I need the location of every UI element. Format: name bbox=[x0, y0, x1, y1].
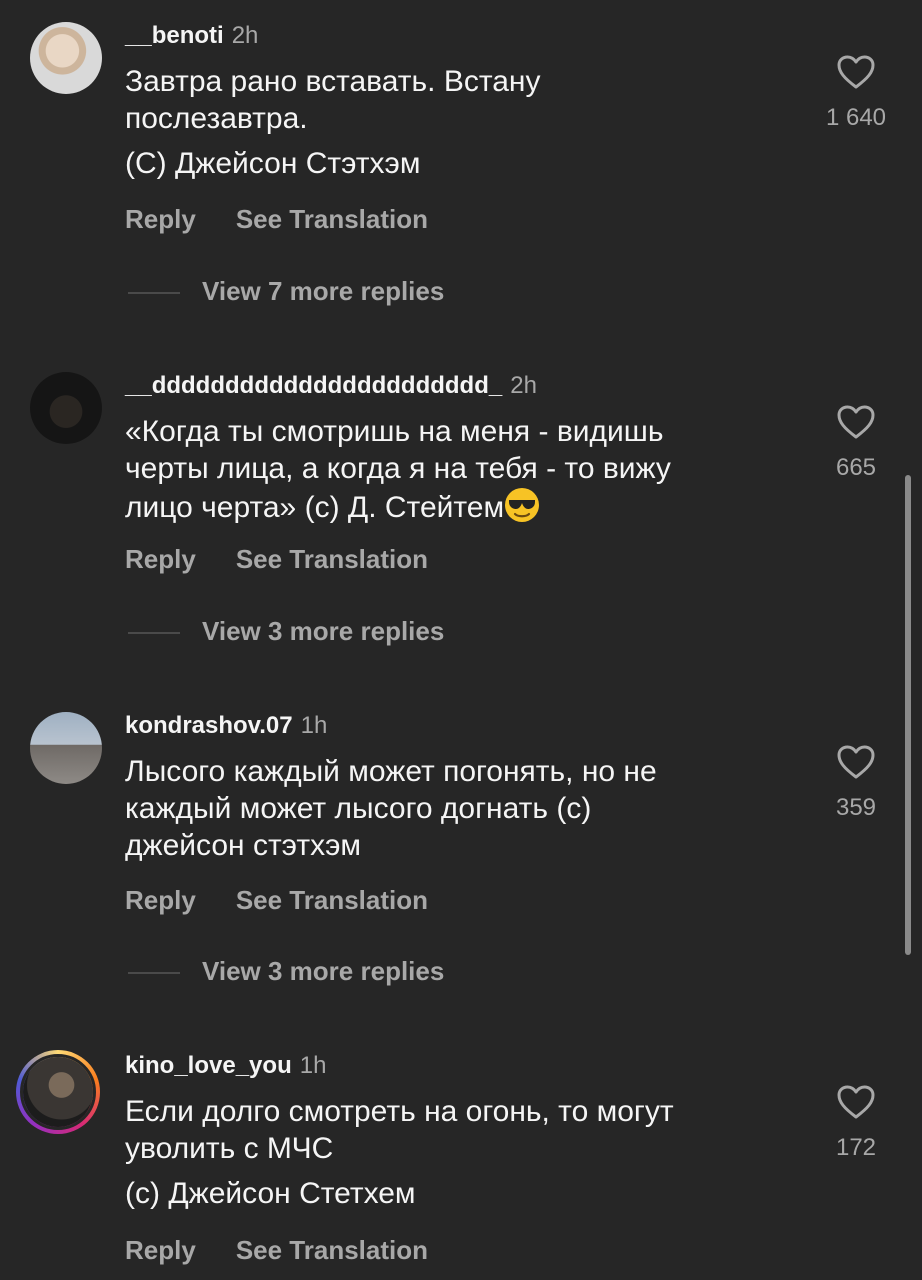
see-translation-button[interactable]: See Translation bbox=[236, 1235, 428, 1266]
like-count: 1 640 bbox=[825, 104, 887, 131]
reply-button[interactable]: Reply bbox=[125, 1235, 196, 1266]
heart-outline-icon[interactable] bbox=[836, 744, 876, 780]
comment-time: 2h bbox=[231, 22, 259, 49]
avatar[interactable] bbox=[30, 372, 102, 444]
divider-line bbox=[128, 292, 180, 295]
view-more-replies-label[interactable]: View 3 more replies bbox=[202, 616, 444, 646]
see-translation-button[interactable]: See Translation bbox=[236, 885, 428, 916]
comment-time: 2h bbox=[510, 372, 537, 399]
reply-button[interactable]: Reply bbox=[125, 204, 196, 235]
username-text[interactable]: kondrashov.07 bbox=[125, 712, 293, 739]
comment-actions: Reply See Translation bbox=[125, 204, 428, 235]
comment-text: Лысого каждый может погонять, но не кажд… bbox=[125, 753, 785, 864]
comment-username[interactable]: __benoti 2h bbox=[125, 22, 258, 50]
comment-actions: Reply See Translation bbox=[125, 544, 428, 575]
view-more-replies-button[interactable]: View 3 more replies bbox=[128, 956, 444, 987]
comment-line: Если долго смотреть на огонь, то могут bbox=[125, 1095, 674, 1128]
comment-text: «Когда ты смотришь на меня - видишь черт… bbox=[125, 413, 785, 526]
heart-outline-icon[interactable] bbox=[836, 54, 876, 90]
comment-actions: Reply See Translation bbox=[125, 885, 428, 916]
comment-line: каждый может лысого догнать (с) bbox=[125, 792, 592, 825]
comment-username[interactable]: __ddddddddddddddddddddddd_ 2h bbox=[125, 372, 537, 400]
view-more-replies-button[interactable]: View 3 more replies bbox=[128, 616, 444, 647]
comment-username[interactable]: kino_love_you 1h bbox=[125, 1052, 326, 1080]
username-text[interactable]: kino_love_you bbox=[125, 1052, 292, 1079]
like-button[interactable]: 1 640 bbox=[818, 54, 894, 132]
view-more-replies-label[interactable]: View 7 more replies bbox=[202, 276, 444, 306]
comment-line: уволить с МЧС bbox=[125, 1132, 334, 1165]
avatar[interactable] bbox=[30, 22, 102, 94]
see-translation-button[interactable]: See Translation bbox=[236, 204, 428, 235]
comment-line: послезавтра. bbox=[125, 102, 308, 135]
comment-text: Если долго смотреть на огонь, то могут у… bbox=[125, 1093, 785, 1212]
like-button[interactable]: 359 bbox=[818, 744, 894, 822]
like-count: 359 bbox=[835, 794, 877, 821]
like-count: 172 bbox=[835, 1134, 877, 1161]
comment-line: «Когда ты смотришь на меня - видишь bbox=[125, 415, 664, 448]
view-more-replies-button[interactable]: View 7 more replies bbox=[128, 276, 444, 307]
reply-button[interactable]: Reply bbox=[125, 885, 196, 916]
comment-line-text: лицо черта» (с) Д. Стейтем bbox=[125, 491, 505, 524]
username-text[interactable]: __benoti bbox=[125, 22, 224, 49]
comment-time: 1h bbox=[299, 1052, 327, 1079]
avatar-with-story-ring[interactable] bbox=[16, 1050, 100, 1134]
heart-outline-icon[interactable] bbox=[836, 404, 876, 440]
comment-text: Завтра рано вставать. Встану послезавтра… bbox=[125, 63, 785, 182]
comment-username[interactable]: kondrashov.07 1h bbox=[125, 712, 327, 740]
divider-line bbox=[128, 632, 180, 635]
comment-time: 1h bbox=[300, 712, 328, 739]
comment-line: (с) Джейсон Стетхем bbox=[125, 1177, 416, 1210]
like-count: 665 bbox=[835, 454, 877, 481]
comment-line: Завтра рано вставать. Встану bbox=[125, 65, 541, 98]
username-text[interactable]: __ddddddddddddddddddddddd_ bbox=[125, 372, 502, 399]
avatar[interactable] bbox=[23, 1057, 93, 1127]
heart-outline-icon[interactable] bbox=[836, 1084, 876, 1120]
sunglasses-emoji-icon bbox=[505, 488, 540, 522]
scrollbar[interactable] bbox=[905, 475, 911, 955]
view-more-replies-label[interactable]: View 3 more replies bbox=[202, 956, 444, 986]
see-translation-button[interactable]: See Translation bbox=[236, 544, 428, 575]
comment-line: джейсон стэтхэм bbox=[125, 829, 362, 862]
comment-line: Лысого каждый может погонять, но не bbox=[125, 755, 657, 788]
divider-line bbox=[128, 972, 180, 975]
comment-line: (С) Джейсон Стэтхэм bbox=[125, 147, 421, 180]
like-button[interactable]: 665 bbox=[818, 404, 894, 482]
comment-actions: Reply See Translation bbox=[125, 1235, 428, 1266]
reply-button[interactable]: Reply bbox=[125, 544, 196, 575]
comment-line: черты лица, а когда я на тебя - то вижу bbox=[125, 452, 671, 485]
avatar[interactable] bbox=[30, 712, 102, 784]
like-button[interactable]: 172 bbox=[818, 1084, 894, 1162]
comment-line: лицо черта» (с) Д. Стейтем bbox=[125, 487, 785, 526]
